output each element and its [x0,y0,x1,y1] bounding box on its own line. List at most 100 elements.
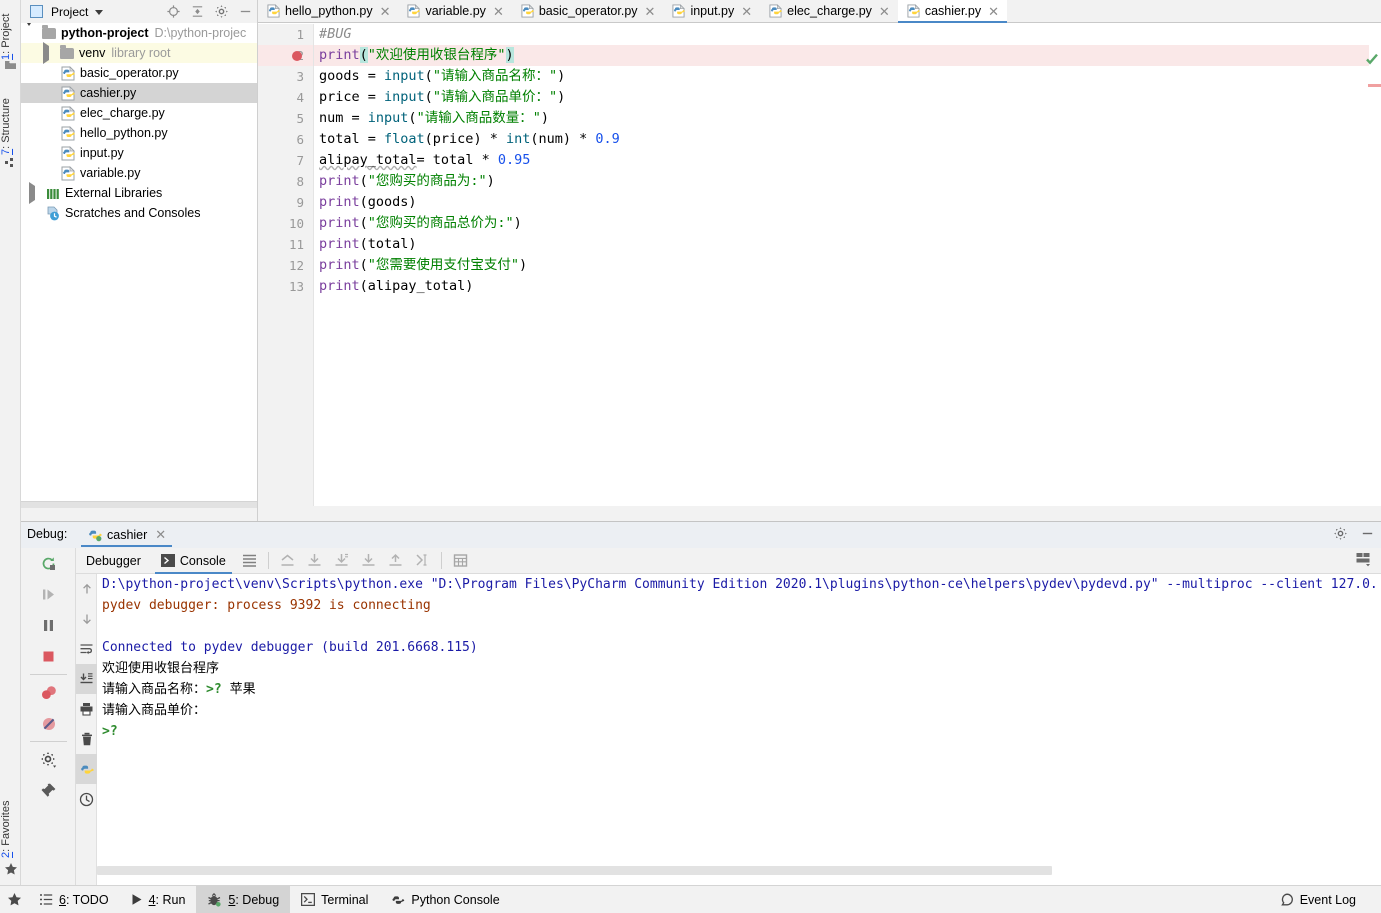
close-icon[interactable]: ✕ [988,5,999,18]
close-icon[interactable]: ✕ [493,5,504,18]
settings-button[interactable] [21,744,76,775]
table-icon[interactable] [452,552,469,569]
tree-row-hello-python[interactable]: hello_python.py [21,123,257,143]
sidebar-item-favorites[interactable]: 2: Favorites [0,790,21,868]
code-line-12: print("您需要使用支付宝支付") [319,257,528,273]
python-file-icon [907,4,920,18]
history-button[interactable] [76,784,97,814]
scroll-up-icon[interactable] [279,552,296,569]
favorites-star-button[interactable] [0,892,28,907]
line-number-breakpoint[interactable]: 2 [258,45,314,66]
inspection-ok-icon[interactable] [1365,52,1379,66]
tab-console[interactable]: Console [151,548,236,574]
close-icon[interactable]: ✕ [380,5,391,18]
editor-gutter[interactable]: 1 2 3 4 5 6 7 8 9 10 11 12 13 [258,24,314,506]
breakpoint-icon[interactable] [292,51,302,61]
collapse-all-icon[interactable] [190,4,205,19]
code-editor[interactable]: #BUG print("欢迎使用收银台程序") goods = input("请… [314,24,1381,506]
code-token-print: print [319,278,360,294]
code-token-paren-hl: ( [359,47,368,63]
line-number: 7 [296,153,304,168]
pin-button[interactable] [21,775,76,806]
python-file-icon [672,4,686,18]
line-number: 9 [296,195,304,210]
hide-panel-icon[interactable] [238,4,253,19]
mute-breakpoints-button[interactable] [21,708,76,739]
sidebar-item-structure[interactable]: 7: Structure [0,88,21,166]
tab-basic-operator[interactable]: basic_operator.py ✕ [512,0,664,22]
status-item-python-console[interactable]: Python Console [379,886,510,913]
cursor-to-end-icon[interactable] [414,552,431,569]
chevron-down-icon[interactable] [25,23,33,40]
editor-marker-bar[interactable] [1366,24,1381,506]
tab-cashier[interactable]: cashier.py ✕ [897,0,1008,23]
terminal-icon [301,893,316,906]
resume-button[interactable] [21,579,76,610]
close-icon[interactable]: ✕ [879,5,890,18]
status-item-run[interactable]: 4: Run [120,886,197,913]
upload-icon[interactable] [387,552,404,569]
line-number: 10 [288,216,304,231]
scroll-up-button[interactable] [76,574,97,604]
console-horizontal-scrollbar[interactable] [97,866,1052,875]
chevron-right-icon[interactable] [29,182,35,204]
tree-row-external-libraries[interactable]: External Libraries [21,182,257,204]
down-icon [82,614,91,625]
tree-row-scratches[interactable]: Scratches and Consoles [21,203,257,223]
scroll-down-icon[interactable] [306,552,323,569]
console-icon [160,554,175,567]
rerun-button[interactable] [21,548,76,579]
project-icon [5,61,16,69]
stop-button[interactable] [21,641,76,672]
tab-input[interactable]: input.py ✕ [663,0,760,22]
pause-button[interactable] [21,610,76,641]
error-marker[interactable] [1368,84,1381,87]
tree-row-cashier[interactable]: cashier.py [21,83,257,103]
debug-session-tab[interactable]: cashier ✕ [81,524,173,547]
chevron-down-icon[interactable] [95,10,104,15]
project-panel-splitter[interactable] [21,501,257,508]
tab-variable[interactable]: variable.py ✕ [398,0,511,22]
scroll-to-end-button[interactable] [76,664,97,694]
chevron-right-icon[interactable] [43,42,49,64]
tab-elec-charge[interactable]: elec_charge.py ✕ [760,0,898,22]
libraries-icon [47,188,59,199]
layout-icon[interactable] [1355,551,1371,567]
scroll-down-button[interactable] [76,604,97,634]
python-console-button[interactable] [76,754,97,784]
tree-row-basic-operator[interactable]: basic_operator.py [21,63,257,83]
tree-row-venv[interactable]: venv library root [21,42,257,64]
close-icon[interactable]: ✕ [741,5,752,18]
print-button[interactable] [76,694,97,724]
minimize-icon[interactable] [1360,526,1375,541]
scroll-to-end-icon [80,673,93,684]
view-breakpoints-button[interactable] [21,677,76,708]
event-log-button[interactable]: Event Log [1269,886,1367,913]
soft-wrap-button[interactable] [76,634,97,664]
clear-console-button[interactable] [76,724,97,754]
console-output[interactable]: D:\python-project\venv\Scripts\python.ex… [97,574,1381,886]
tree-row-input[interactable]: input.py [21,143,257,163]
status-item-todo[interactable]: 6: TODO [28,886,120,913]
status-item-debug[interactable]: 5: Debug [196,885,291,913]
tab-debugger[interactable]: Debugger [76,548,151,574]
code-token-print: print [319,257,360,273]
console-line-prompt-price: 请输入商品单价： [102,703,207,718]
tree-row-elec-charge[interactable]: elec_charge.py [21,103,257,123]
console-line-input-cursor[interactable]: >? [97,721,1381,742]
soft-wrap-icon[interactable] [241,552,258,569]
tree-row-variable[interactable]: variable.py [21,163,257,183]
tab-hello-python[interactable]: hello_python.py ✕ [258,0,398,22]
export-icon[interactable] [360,552,377,569]
close-icon[interactable]: ✕ [155,527,166,543]
locate-icon[interactable] [166,4,181,19]
status-item-terminal[interactable]: Terminal [290,886,379,913]
folder-icon [60,44,74,59]
scroll-to-end-icon[interactable] [333,552,350,569]
tree-label: elec_charge.py [80,106,165,120]
gear-icon[interactable] [214,4,229,19]
gear-icon[interactable] [1333,526,1348,541]
tree-row-python-project[interactable]: python-project D:\python-projec [21,23,257,43]
close-icon[interactable]: ✕ [645,5,656,18]
debug-panel: Debug: cashier ✕ Debugger Console D:\pyt… [21,521,1381,886]
